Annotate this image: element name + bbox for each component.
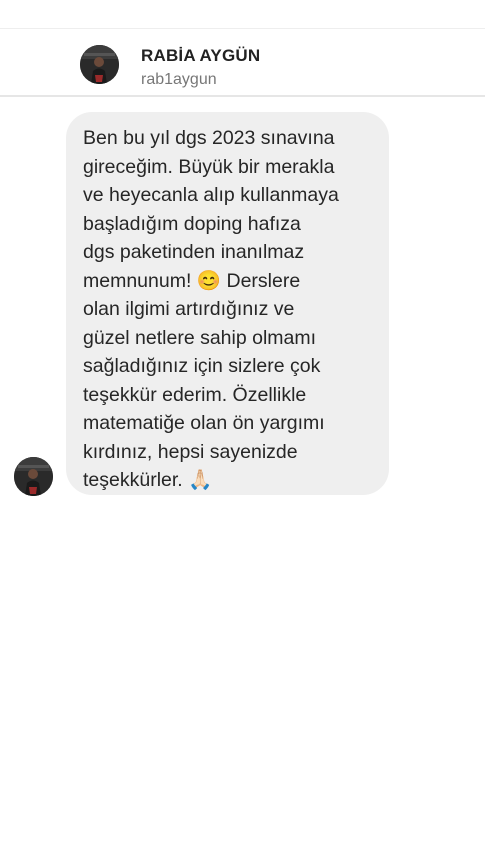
header-avatar[interactable]: [80, 45, 119, 84]
header-divider: [0, 95, 485, 97]
incoming-message-bubble[interactable]: Ben bu yıl dgs 2023 sınavına gireceğim. …: [66, 112, 389, 495]
contact-display-name[interactable]: RABİA AYGÜN: [141, 46, 260, 66]
contact-username[interactable]: rab1aygun: [141, 71, 217, 89]
conversation-header[interactable]: RABİA AYGÜN rab1aygun: [0, 29, 485, 95]
sender-avatar[interactable]: [14, 457, 53, 496]
dm-conversation-screen: RABİA AYGÜN rab1aygun Ben bu yıl dgs 202…: [0, 0, 485, 856]
message-text: Ben bu yıl dgs 2023 sınavına gireceğim. …: [83, 127, 339, 491]
profile-photo-icon: [14, 457, 53, 496]
profile-photo-icon: [80, 45, 119, 84]
